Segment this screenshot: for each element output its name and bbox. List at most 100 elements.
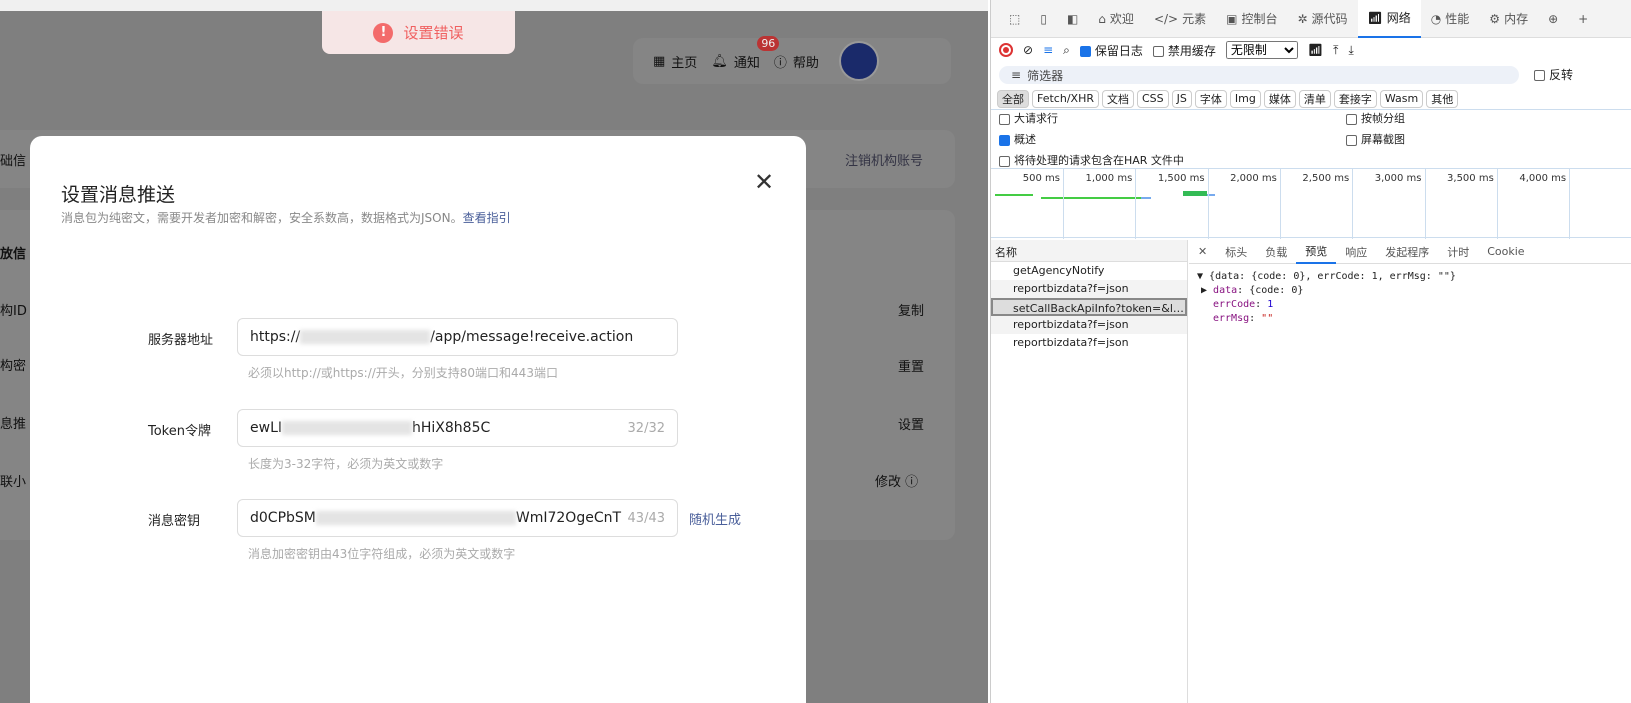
dock-icon[interactable]: ◧ <box>1057 0 1088 38</box>
clear-icon[interactable]: ⊘ <box>1023 43 1033 57</box>
modify-button[interactable]: 修改 ⓘ <box>875 471 918 490</box>
detail-tab[interactable]: 发起程序 <box>1376 240 1438 264</box>
detail-tab[interactable]: 负载 <box>1256 240 1296 264</box>
tab-console[interactable]: ▣ 控制台 <box>1216 0 1287 38</box>
avatar[interactable] <box>838 41 879 81</box>
tab-label: 源代码 <box>1311 12 1348 26</box>
char-count: 43/43 <box>627 510 665 526</box>
invert-checkbox[interactable]: 反转 <box>1534 66 1573 83</box>
detail-tab[interactable]: 预览 <box>1296 240 1337 264</box>
modify-label: 修改 <box>875 475 902 490</box>
section-title: 放信 <box>0 247 27 262</box>
type-filter[interactable]: 套接字 <box>1333 89 1377 108</box>
row-label: 联小 <box>0 475 27 490</box>
disable-cache-checkbox[interactable]: 禁用缓存 <box>1152 42 1216 59</box>
request-row[interactable]: setCallBackApiInfo?token=&lang... <box>991 298 1187 316</box>
type-filters: 全部 Fetch/XHR 文档 CSS JS 字体 Img 媒体 清单 套接字 Wasm 其他 <box>991 88 1631 110</box>
search-icon[interactable]: ⌕ <box>1063 43 1070 58</box>
set-button[interactable]: 设置 <box>898 414 924 433</box>
guide-link[interactable]: 查看指引 <box>463 211 511 225</box>
filter-settings-icon[interactable]: ≡ <box>1043 43 1053 57</box>
type-filter[interactable]: Fetch/XHR <box>1032 89 1099 108</box>
tab-elements[interactable]: </> 元素 <box>1144 0 1216 38</box>
group-frame-checkbox[interactable]: 按帧分组 <box>1346 110 1405 126</box>
globe-icon[interactable]: ⊕ <box>1538 0 1568 38</box>
filter-input[interactable]: ≡ 筛选器 <box>999 66 1519 84</box>
checkbox-label: 概述 <box>1014 133 1036 146</box>
name-column-header[interactable]: 名称 <box>991 240 1187 262</box>
timeline-tick: 3,000 ms <box>1375 169 1426 239</box>
bell-icon: 🔔︎ <box>711 53 728 69</box>
nav-notify[interactable]: 🔔︎ 通知 96 <box>711 35 780 71</box>
type-filter[interactable]: 全部 <box>997 89 1029 108</box>
tab-memory[interactable]: ⚙ 内存 <box>1479 0 1538 38</box>
tab-sources[interactable]: ✲ 源代码 <box>1287 0 1357 38</box>
screenshots-checkbox[interactable]: 屏幕截图 <box>1346 131 1405 147</box>
type-filter[interactable]: 其他 <box>1426 89 1459 108</box>
random-generate-button[interactable]: 随机生成 <box>689 509 741 528</box>
type-filter[interactable]: JS <box>1171 89 1192 108</box>
nav-help[interactable]: ⓘ 帮助 <box>774 52 819 71</box>
request-row[interactable]: reportbizdata?f=json <box>991 334 1187 352</box>
qrcode-icon: ▦ <box>653 53 666 69</box>
detail-tab[interactable]: 响应 <box>1336 240 1376 264</box>
import-icon[interactable]: ⤒ <box>1333 43 1338 58</box>
har-checkbox[interactable]: 将待处理的请求包含在HAR 文件中 <box>999 152 1184 168</box>
export-icon[interactable]: ⤓ <box>1348 43 1353 58</box>
type-filter[interactable]: CSS <box>1136 89 1169 108</box>
inspect-icon[interactable]: ⬚ <box>999 0 1030 38</box>
value-start: https:// <box>250 329 301 345</box>
section-title: 础信 <box>0 154 27 169</box>
subtitle-text: 消息包为纯密文，需要开发者加密和解密，安全系数高，数据格式为JSON。 <box>61 211 463 225</box>
timeline-tick: 3,500 ms <box>1447 169 1498 239</box>
request-row[interactable]: getAgencyNotify <box>991 262 1187 280</box>
json-summary[interactable]: ▼ {data: {code: 0}, errCode: 1, errMsg: … <box>1197 270 1624 284</box>
network-overview-timeline[interactable]: 500 ms 1,000 ms 1,500 ms 2,000 ms 2,500 ms 3,… <box>991 168 1631 239</box>
type-filter[interactable]: 字体 <box>1194 89 1227 108</box>
close-icon[interactable]: ✕ <box>754 168 774 196</box>
nav-home[interactable]: ▦ 主页 <box>653 52 697 71</box>
json-data-node[interactable]: ▶ data: {code: 0} <box>1197 284 1624 298</box>
field-hint: 长度为3-32字符，必须为英文或数字 <box>248 457 444 471</box>
preserve-log-checkbox[interactable]: 保留日志 <box>1079 42 1143 59</box>
network-conditions-icon[interactable]: 📶︎ <box>1308 43 1323 57</box>
record-icon[interactable] <box>999 43 1013 57</box>
server-url-input[interactable]: https:// /app/message!receive.action <box>237 318 678 356</box>
deregister-link[interactable]: 注销机构账号 <box>845 150 923 169</box>
throttle-select[interactable]: 无限制 <box>1225 41 1298 59</box>
big-rows-checkbox[interactable]: 大请求行 <box>999 110 1058 126</box>
request-row[interactable]: reportbizdata?f=json <box>991 280 1187 298</box>
tab-network[interactable]: 📶︎ 网络 <box>1357 0 1421 38</box>
detail-tab[interactable]: 标头 <box>1216 240 1256 264</box>
request-detail: ✕ 标头 负载 预览 响应 发起程序 计时 Cookie ▼ {data: {code: 0}… <box>1189 240 1631 703</box>
modal-subtitle: 消息包为纯密文，需要开发者加密和解密，安全系数高，数据格式为JSON。查看指引 <box>61 209 511 226</box>
type-filter[interactable]: 媒体 <box>1263 89 1296 108</box>
overview-checkbox[interactable]: 概述 <box>999 131 1036 147</box>
browser-bookmarks-strip <box>0 0 988 11</box>
checkbox-label: 禁用缓存 <box>1167 43 1216 58</box>
json-value: {code: 0} <box>1249 285 1304 296</box>
detail-tab[interactable]: Cookie <box>1478 240 1533 264</box>
tick-label: 1,500 ms <box>1157 173 1205 184</box>
aes-key-input[interactable]: d0CPbSM WmI72OgeCnT 43/43 <box>237 499 678 537</box>
tab-welcome[interactable]: ⌂ 欢迎 <box>1088 0 1144 38</box>
type-filter[interactable]: 清单 <box>1298 89 1331 108</box>
tick-label: 3,000 ms <box>1374 173 1422 184</box>
summary-text: {data: {code: 0}, errCode: 1, errMsg: ""… <box>1209 271 1456 282</box>
type-filter[interactable]: Img <box>1229 89 1261 108</box>
request-row[interactable]: reportbizdata?f=json <box>991 316 1187 334</box>
type-filter[interactable]: 文档 <box>1101 89 1134 108</box>
json-key: errCode <box>1213 299 1256 310</box>
add-tab-icon[interactable]: + <box>1568 0 1598 38</box>
device-icon[interactable]: ▯ <box>1030 0 1057 38</box>
copy-button[interactable]: 复制 <box>898 300 924 319</box>
tick-label: 500 ms <box>1022 173 1060 184</box>
token-input[interactable]: ewLI hHiX8h85C 32/32 <box>237 409 678 447</box>
detail-tab[interactable]: 计时 <box>1438 240 1478 264</box>
close-detail-icon[interactable]: ✕ <box>1189 240 1216 264</box>
reset-button[interactable]: 重置 <box>898 356 924 375</box>
value-end: /app/message!receive.action <box>430 329 634 345</box>
type-filter[interactable]: Wasm <box>1379 89 1424 108</box>
tab-performance[interactable]: ◔ 性能 <box>1421 0 1480 38</box>
tick-label: 1,000 ms <box>1085 173 1133 184</box>
